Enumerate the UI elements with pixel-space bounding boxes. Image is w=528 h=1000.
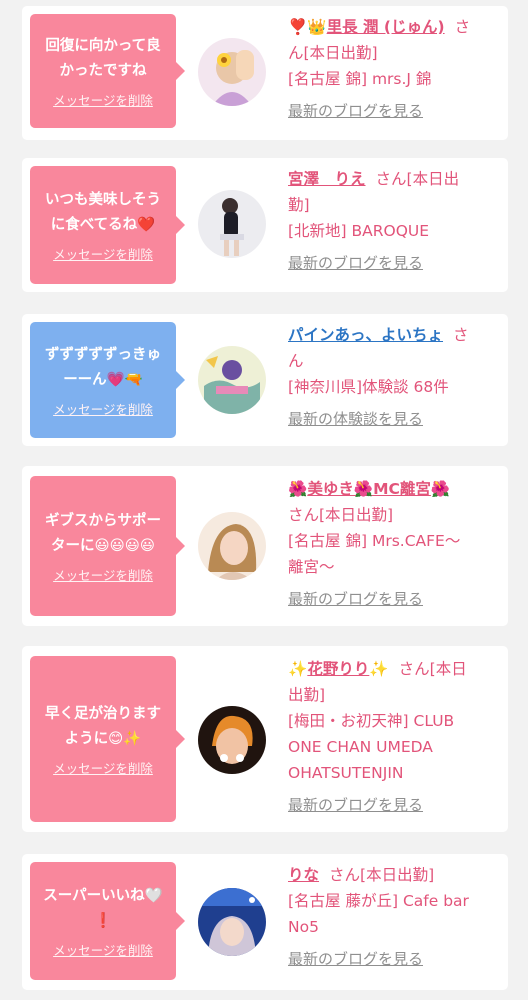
- latest-blog-link[interactable]: 最新のブログを見る: [288, 946, 423, 972]
- message-card: ギブスからサポー ターに😃😃😃😃 メッセージを削除 🌺美ゆき🌺MC離宮🌺 さん[…: [22, 466, 508, 626]
- message-text: いつも美味しそう に食べてるね❤️: [45, 191, 161, 233]
- cast-status: さん[本日出勤]: [288, 506, 394, 524]
- shop-info: [北新地] BAROQUE: [288, 222, 430, 240]
- delete-message-link[interactable]: メッセージを削除: [53, 940, 153, 959]
- cast-info: ✨花野りり✨ さん[本日 出勤] [梅田・お初天神] CLUB ONE CHAN …: [288, 656, 498, 818]
- cast-status-line: 勤]: [288, 196, 310, 214]
- avatar[interactable]: [198, 190, 266, 258]
- hibiscus-icon: 🌺: [430, 480, 451, 498]
- cast-name-link[interactable]: 美ゆき🌺MC離宮: [307, 480, 431, 498]
- message-card: 回復に向かって良 かったですね メッセージを削除 ❣️👑里長 潤 (じゅん) さ …: [22, 6, 508, 140]
- latest-blog-link[interactable]: 最新のブログを見る: [288, 98, 423, 124]
- delete-message-link[interactable]: メッセージを削除: [53, 244, 153, 263]
- reviewer-suffix-line: ん: [288, 352, 304, 370]
- message-text: 早く足が治ります ように😊✨: [45, 705, 161, 747]
- crown-icon: ❣️👑: [288, 18, 327, 36]
- delete-message-link[interactable]: メッセージを削除: [53, 758, 153, 777]
- hibiscus-icon: 🌺: [288, 480, 308, 498]
- message-bubble: いつも美味しそう に食べてるね❤️ メッセージを削除: [30, 166, 185, 284]
- shop-info: [名古屋 藤が丘] Cafe bar: [288, 892, 469, 910]
- reviewer-name-link[interactable]: パインあっ、よいちょ: [288, 326, 443, 344]
- message-text: 回復に向かって良 かったですね: [45, 37, 161, 79]
- message-bubble: ギブスからサポー ターに😃😃😃😃 メッセージを削除: [30, 476, 185, 616]
- message-card: スーパーいいね🤍 ❗ メッセージを削除 りな さん[本日出勤] [名古屋 藤が丘]…: [22, 854, 508, 990]
- cast-name-link[interactable]: りな: [288, 866, 319, 884]
- avatar[interactable]: [198, 888, 266, 956]
- shop-info: No5: [288, 918, 319, 936]
- message-bubble: ずずずずずっきゅ ーーん💗🔫 メッセージを削除: [30, 322, 185, 438]
- delete-message-link[interactable]: メッセージを削除: [53, 399, 153, 418]
- sparkles-icon: ✨: [288, 660, 308, 678]
- cast-info: 🌺美ゆき🌺MC離宮🌺 さん[本日出勤] [名古屋 錦] Mrs.CAFE〜 離宮…: [288, 476, 498, 612]
- latest-blog-link[interactable]: 最新のブログを見る: [288, 792, 423, 818]
- reviewer-suffix: さ: [453, 326, 469, 344]
- shop-info: 離宮〜: [288, 558, 335, 576]
- cast-status-line: ん[本日出勤]: [288, 44, 378, 62]
- latest-blog-link[interactable]: 最新のブログを見る: [288, 250, 423, 276]
- shop-info: [梅田・お初天神] CLUB: [288, 712, 455, 730]
- cast-status: さん[本日出: [375, 170, 460, 188]
- delete-message-link[interactable]: メッセージを削除: [53, 90, 153, 109]
- cast-status: さん[本日: [398, 660, 467, 678]
- cast-info: 宮澤 りえ さん[本日出 勤] [北新地] BAROQUE 最新のブログを見る: [288, 166, 498, 276]
- shop-info: ONE CHAN UMEDA: [288, 738, 433, 756]
- latest-review-link[interactable]: 最新の体験談を見る: [288, 406, 423, 432]
- message-text: ギブスからサポー ターに😃😃😃😃: [45, 512, 161, 554]
- shop-info: [名古屋 錦] mrs.J 錦: [288, 70, 432, 88]
- cast-status: さ: [454, 18, 471, 36]
- message-card: 早く足が治ります ように😊✨ メッセージを削除 ✨花野りり✨ さん[本日 出勤] …: [22, 646, 508, 832]
- message-bubble: 早く足が治ります ように😊✨ メッセージを削除: [30, 656, 185, 822]
- avatar[interactable]: [198, 512, 266, 580]
- message-card: ずずずずずっきゅ ーーん💗🔫 メッセージを削除 パインあっ、よいちょさ ん [神…: [22, 314, 508, 446]
- delete-message-link[interactable]: メッセージを削除: [53, 565, 153, 584]
- message-text: ずずずずずっきゅ ーーん💗🔫: [45, 346, 161, 388]
- cast-info: りな さん[本日出勤] [名古屋 藤が丘] Cafe bar No5 最新のブログ…: [288, 862, 498, 972]
- cast-name-link[interactable]: 宮澤 りえ: [288, 170, 366, 188]
- latest-blog-link[interactable]: 最新のブログを見る: [288, 586, 423, 612]
- cast-name-link[interactable]: 里長 潤 (じゅん): [327, 18, 445, 36]
- cast-info: ❣️👑里長 潤 (じゅん) さ ん[本日出勤] [名古屋 錦] mrs.J 錦 最…: [288, 14, 498, 124]
- message-text: スーパーいいね🤍 ❗: [43, 887, 163, 929]
- avatar[interactable]: [198, 706, 266, 774]
- message-card: いつも美味しそう に食べてるね❤️ メッセージを削除 宮澤 りえ さん[本日出 勤…: [22, 158, 508, 292]
- message-bubble: 回復に向かって良 かったですね メッセージを削除: [30, 14, 185, 128]
- cast-status-line: 出勤]: [288, 686, 326, 704]
- cast-name-link[interactable]: 花野りり: [307, 660, 369, 678]
- message-bubble: スーパーいいね🤍 ❗ メッセージを削除: [30, 862, 185, 980]
- review-count: [神奈川県]体験談 68件: [288, 378, 449, 396]
- cast-info: パインあっ、よいちょさ ん [神奈川県]体験談 68件 最新の体験談を見る: [288, 322, 498, 432]
- shop-info: [名古屋 錦] Mrs.CAFE〜: [288, 532, 461, 550]
- sparkles-icon: ✨: [369, 660, 389, 678]
- cast-status: さん[本日出勤]: [329, 866, 435, 884]
- shop-info: OHATSUTENJIN: [288, 764, 404, 782]
- avatar[interactable]: [198, 38, 266, 106]
- avatar[interactable]: [198, 346, 266, 414]
